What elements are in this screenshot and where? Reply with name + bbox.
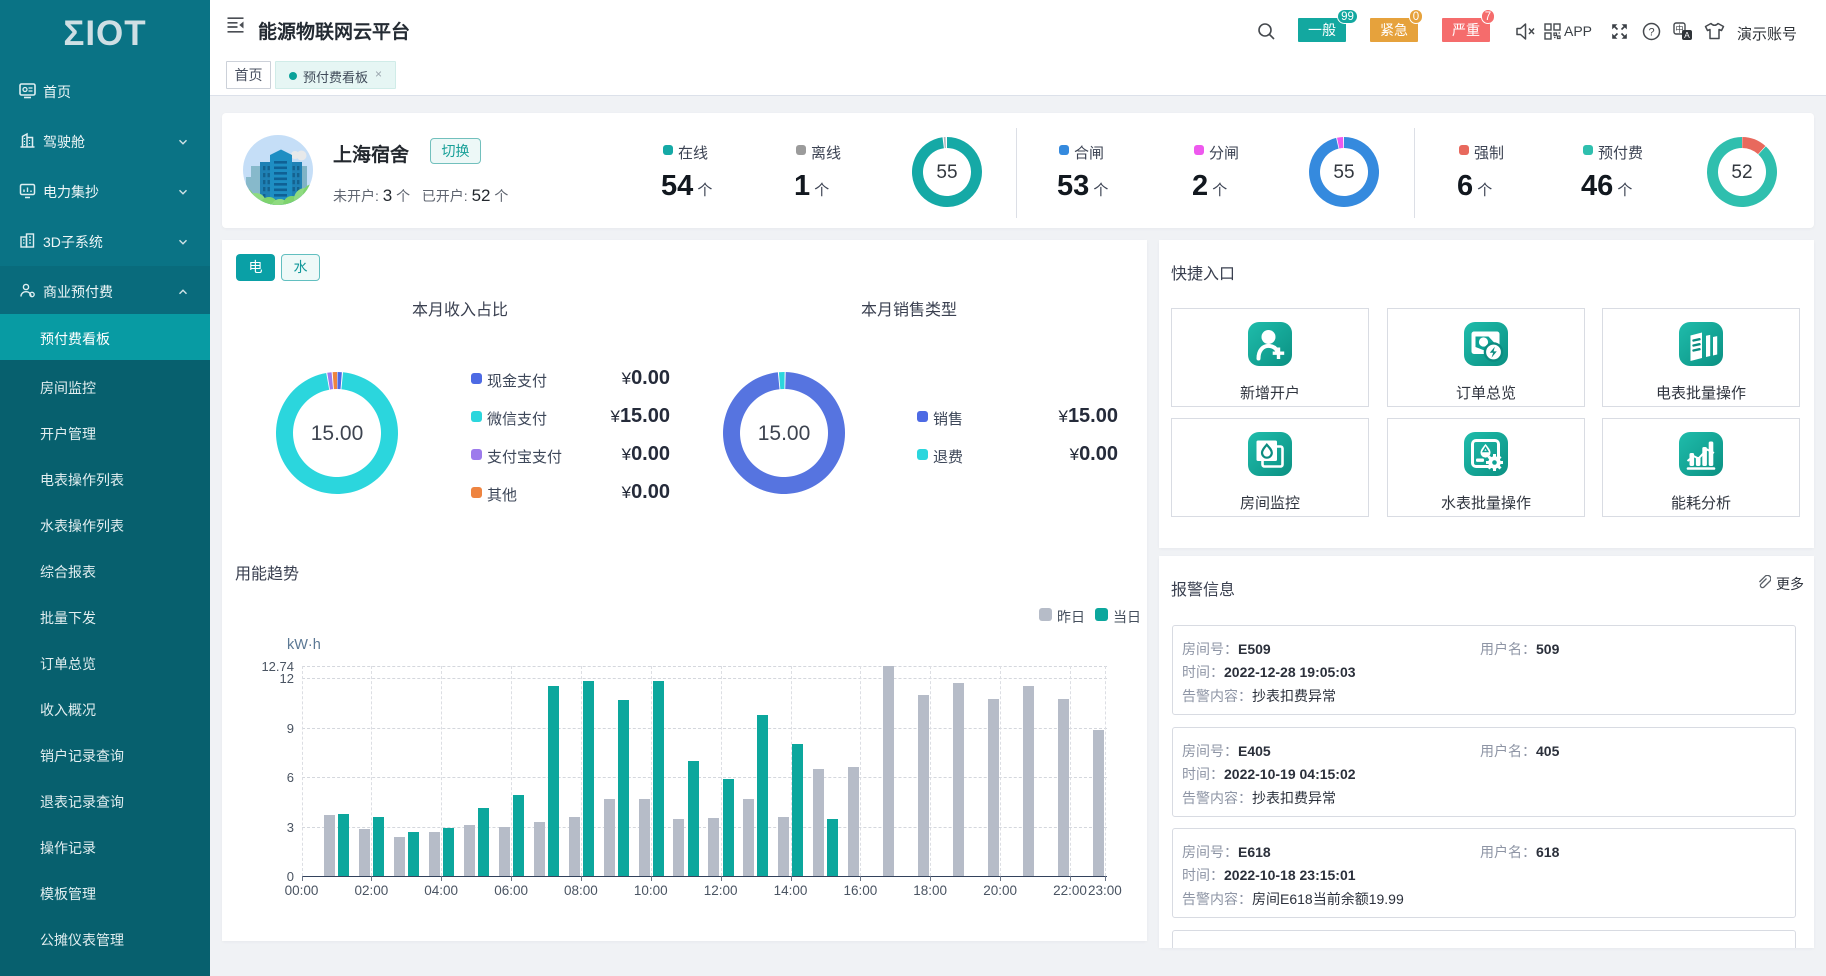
- svg-text:52: 52: [1731, 162, 1752, 183]
- svg-text:55: 55: [1333, 162, 1354, 183]
- svg-text:15.00: 15.00: [758, 422, 811, 445]
- svg-text:55: 55: [936, 162, 957, 183]
- svg-text:?: ?: [1648, 27, 1654, 39]
- svg-text:15.00: 15.00: [311, 422, 364, 445]
- svg-text:A: A: [1684, 30, 1690, 40]
